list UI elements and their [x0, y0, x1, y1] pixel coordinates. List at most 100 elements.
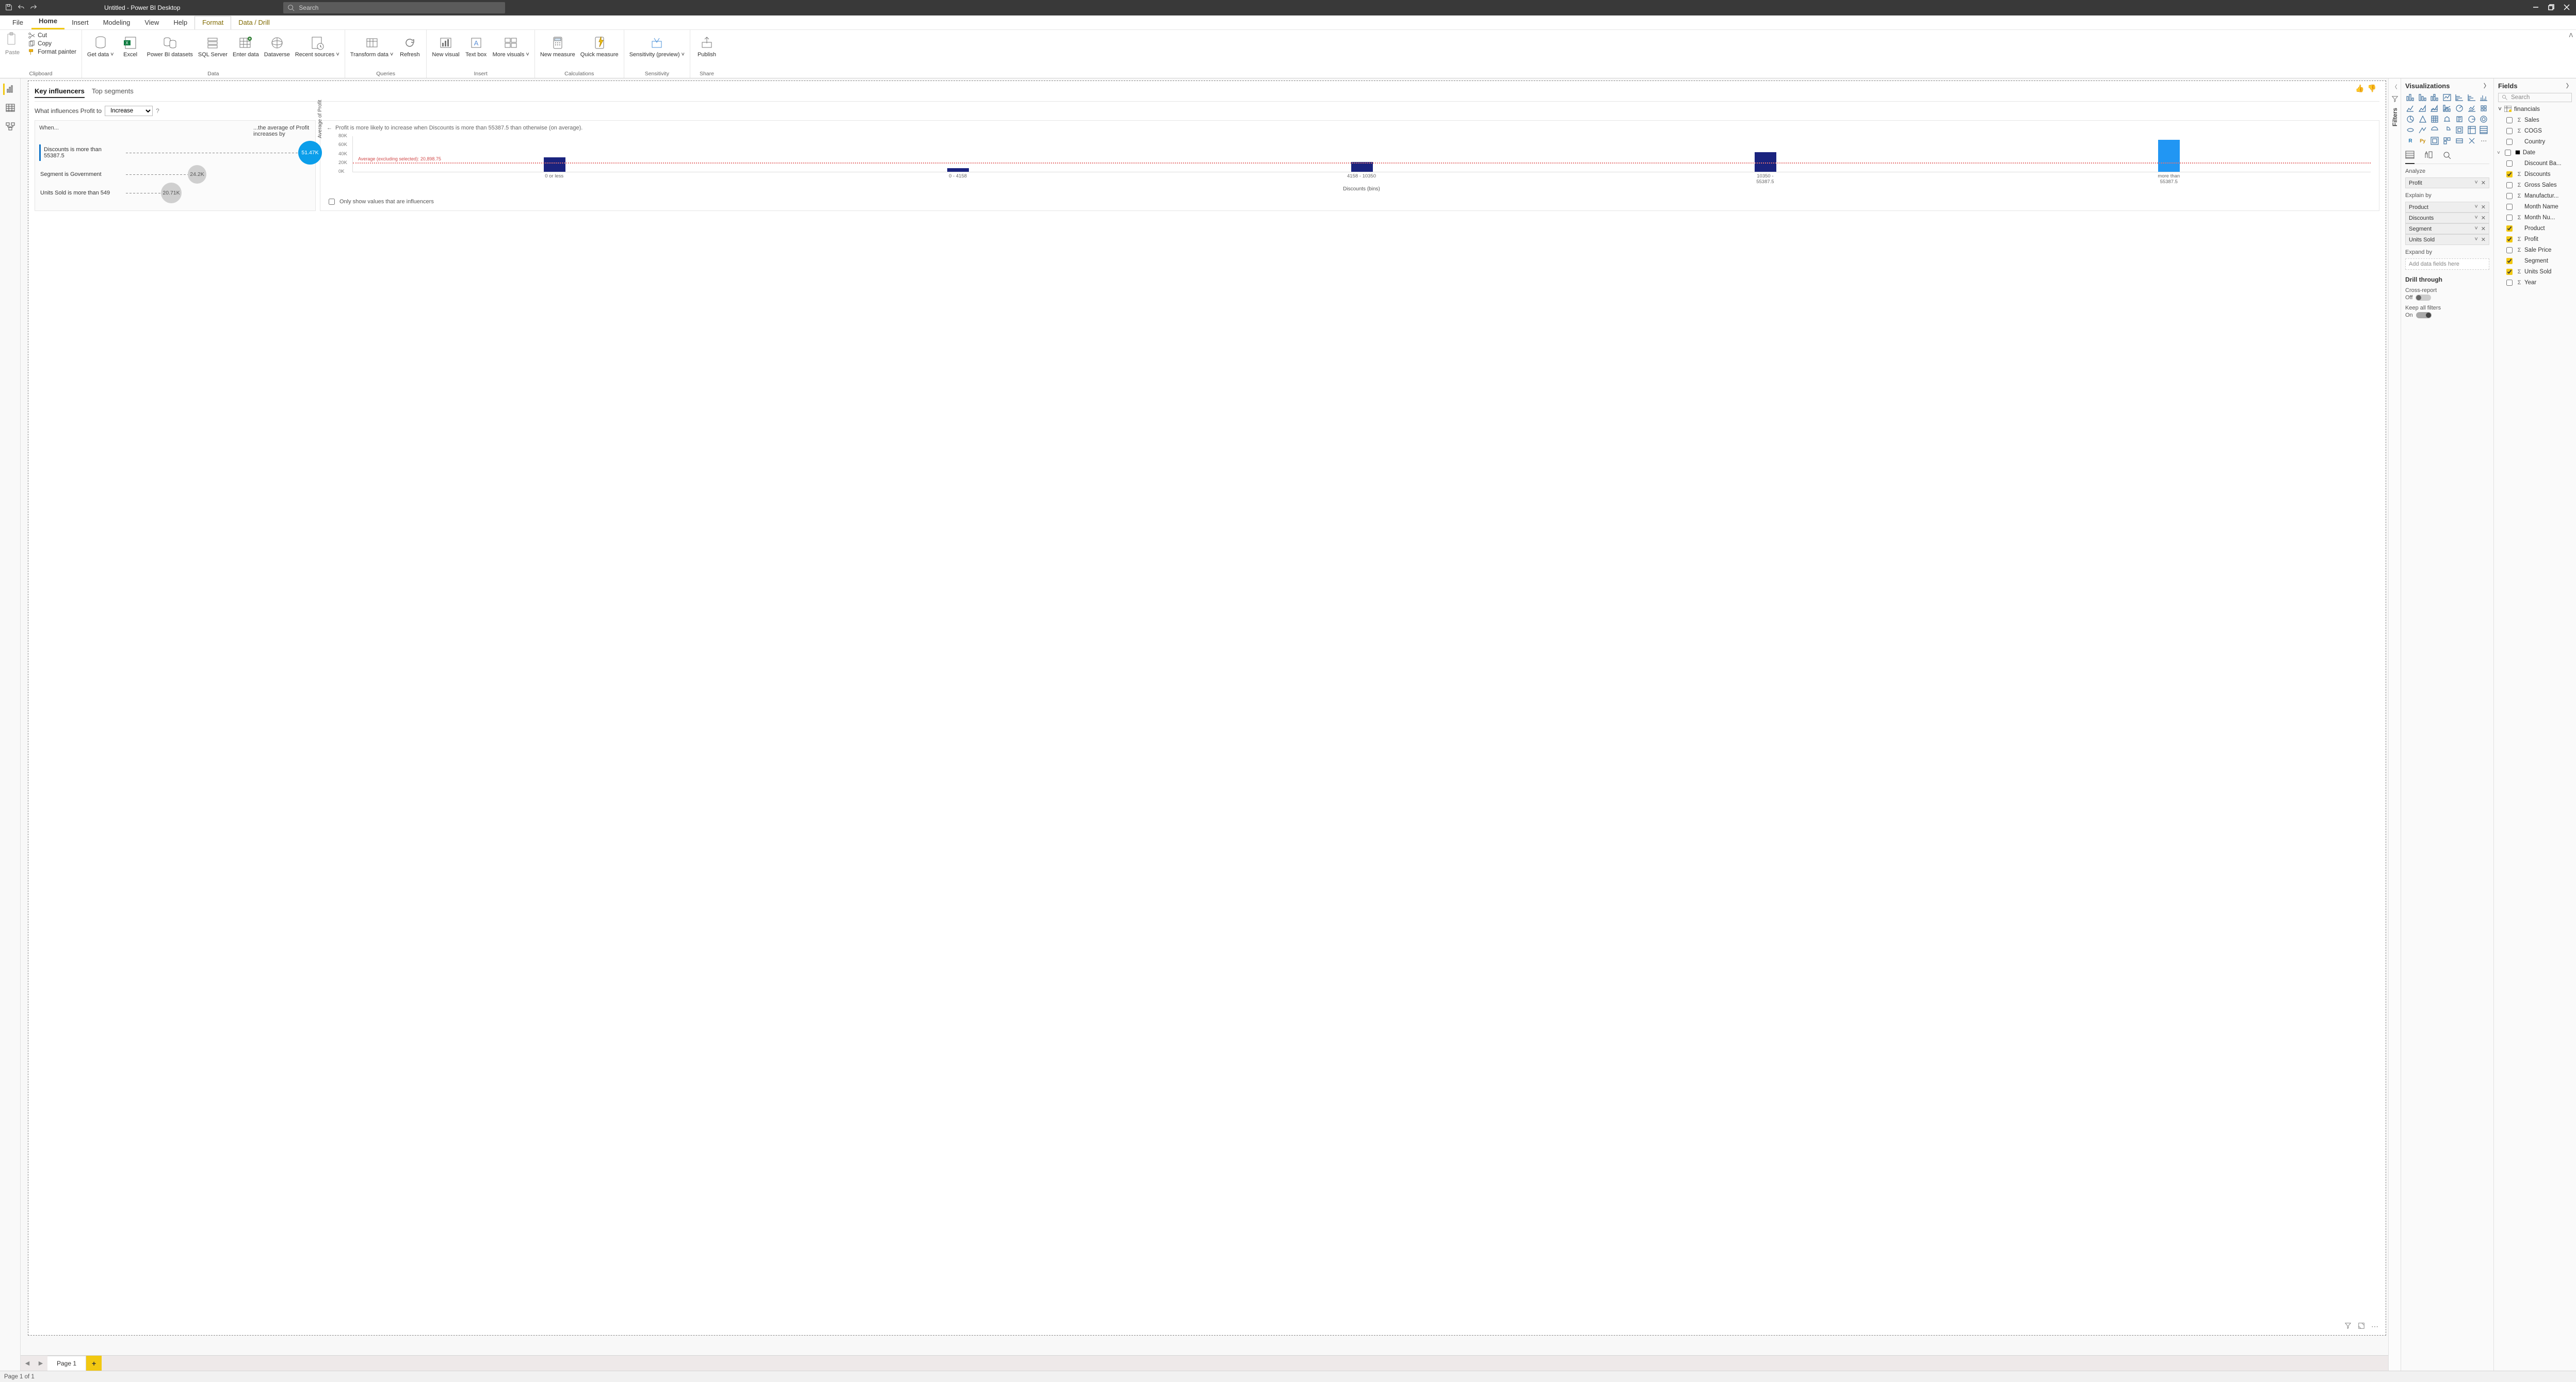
influencer-row[interactable]: Units Sold is more than 54920.71K: [39, 188, 310, 198]
vis-type-scatter[interactable]: [2478, 104, 2489, 113]
chart-bar[interactable]: [544, 157, 565, 172]
ki-tab-key-influencers[interactable]: Key influencers: [35, 87, 85, 98]
vis-type-card[interactable]: [2405, 125, 2416, 135]
field-checkbox[interactable]: [2506, 225, 2513, 232]
well-dropdown-icon[interactable]: ˅: [2474, 180, 2477, 186]
ki-back-icon[interactable]: ←: [327, 125, 332, 131]
well-dropdown-icon[interactable]: ˅: [2474, 215, 2477, 221]
undo-icon[interactable]: [18, 4, 25, 12]
vis-type-area[interactable]: [2405, 104, 2416, 113]
pbi-datasets-button[interactable]: Power BI datasets: [147, 32, 193, 58]
tab-view[interactable]: View: [137, 17, 166, 29]
field-checkbox[interactable]: [2506, 236, 2513, 242]
vis-type-multi-row-card[interactable]: [2418, 125, 2428, 135]
save-icon[interactable]: [5, 4, 12, 12]
dataverse-button[interactable]: Dataverse: [264, 32, 290, 58]
vis-type-arcgis[interactable]: [2467, 136, 2477, 145]
paste-button[interactable]: Paste: [5, 32, 23, 56]
field-checkbox[interactable]: [2506, 128, 2513, 134]
fields-pane-collapse-icon[interactable]: 〉: [2566, 82, 2572, 90]
vis-type-pie[interactable]: [2405, 115, 2416, 124]
vis-type-ribbon[interactable]: [2454, 104, 2465, 113]
copy-button[interactable]: Copy: [28, 40, 76, 47]
only-influencers-checkbox[interactable]: [329, 199, 335, 205]
vis-type-stacked-area[interactable]: [2418, 104, 2428, 113]
format-painter-button[interactable]: Format painter: [28, 48, 76, 56]
field-sales[interactable]: ΣSales: [2504, 116, 2572, 125]
more-visuals-button[interactable]: More visuals ˅: [493, 32, 529, 58]
fields-well-tab[interactable]: [2405, 151, 2415, 164]
field-checkbox[interactable]: [2506, 280, 2513, 286]
vis-type-matrix[interactable]: [2467, 125, 2477, 135]
data-view-button[interactable]: [4, 102, 17, 113]
field-profit[interactable]: ΣProfit: [2504, 235, 2572, 244]
analytics-well-tab[interactable]: [2442, 151, 2452, 161]
explain-by-well[interactable]: Product˅✕: [2405, 202, 2489, 213]
redo-icon[interactable]: [30, 4, 37, 12]
visual-filter-icon[interactable]: [2344, 1322, 2352, 1331]
field-year[interactable]: ΣYear: [2504, 278, 2572, 287]
filters-expand-icon[interactable]: 〈: [2392, 83, 2397, 90]
visual-thumbs-down-icon[interactable]: 👎: [2368, 84, 2376, 93]
field-checkbox[interactable]: [2506, 204, 2513, 210]
vis-type-qa[interactable]: [2442, 136, 2452, 145]
format-well-tab[interactable]: [2424, 151, 2433, 161]
vis-type-100-stacked-column[interactable]: [2478, 93, 2489, 102]
vis-type-clustered-bar[interactable]: [2418, 93, 2428, 102]
well-dropdown-icon[interactable]: ˅: [2474, 236, 2477, 243]
field-checkbox[interactable]: [2506, 215, 2513, 221]
well-dropdown-icon[interactable]: ˅: [2474, 204, 2477, 210]
window-minimize-icon[interactable]: [2533, 4, 2539, 12]
vis-type-key-influencers[interactable]: Py: [2418, 136, 2428, 145]
sensitivity-button[interactable]: Sensitivity (preview) ˅: [629, 32, 685, 58]
vis-type-funnel[interactable]: [2467, 115, 2477, 124]
field-date[interactable]: ˅Date: [2504, 148, 2572, 157]
chart-bar[interactable]: [2158, 140, 2180, 172]
field-discount-ba-[interactable]: Discount Ba...: [2504, 159, 2572, 168]
page-tab-1[interactable]: Page 1: [47, 1356, 86, 1371]
field-checkbox[interactable]: [2506, 247, 2513, 253]
explain-by-well[interactable]: Discounts˅✕: [2405, 213, 2489, 223]
page-next-button[interactable]: ▶: [34, 1356, 47, 1371]
tab-data-drill[interactable]: Data / Drill: [231, 17, 277, 29]
filters-icon[interactable]: [2391, 95, 2399, 103]
tab-format[interactable]: Format: [195, 16, 231, 29]
vis-type-table[interactable]: [2454, 125, 2465, 135]
vis-type-r-visual[interactable]: [2478, 125, 2489, 135]
explain-by-well[interactable]: Units Sold˅✕: [2405, 234, 2489, 245]
vis-type-waterfall[interactable]: [2467, 104, 2477, 113]
vis-type-stacked-bar[interactable]: [2405, 93, 2416, 102]
well-remove-icon[interactable]: ✕: [2481, 225, 2486, 232]
vis-type-line-clustered-column[interactable]: [2429, 104, 2440, 113]
fields-pane-header[interactable]: Fields〉: [2498, 82, 2572, 90]
ki-tab-top-segments[interactable]: Top segments: [92, 87, 134, 98]
fields-table-financials[interactable]: ˅ financials: [2498, 105, 2572, 112]
window-restore-icon[interactable]: [2548, 4, 2554, 12]
field-checkbox[interactable]: [2506, 258, 2513, 264]
vis-type-powerapps[interactable]: ⋯: [2478, 136, 2489, 145]
vis-type-map[interactable]: [2442, 115, 2452, 124]
page-prev-button[interactable]: ◀: [21, 1356, 34, 1371]
field-checkbox[interactable]: [2506, 117, 2513, 123]
enter-data-button[interactable]: Enter data: [233, 32, 259, 58]
field-gross-sales[interactable]: ΣGross Sales: [2504, 181, 2572, 190]
vis-type-line[interactable]: [2442, 93, 2452, 102]
chart-bar[interactable]: [947, 168, 969, 172]
vis-type-paginated-report[interactable]: [2454, 136, 2465, 145]
sql-server-button[interactable]: SQL Server: [198, 32, 228, 58]
influencer-row[interactable]: Segment is Government24.2K: [39, 169, 310, 180]
ki-question-help-icon[interactable]: ?: [156, 107, 159, 115]
field-checkbox[interactable]: [2506, 160, 2513, 167]
well-remove-icon[interactable]: ✕: [2481, 180, 2486, 186]
excel-button[interactable]: XExcel: [119, 32, 142, 58]
field-product[interactable]: Product: [2504, 224, 2572, 233]
keep-filters-toggle[interactable]: [2416, 312, 2432, 318]
influencer-row[interactable]: Discounts is more than 55387.551.47K: [39, 144, 310, 161]
visual-more-icon[interactable]: ⋯: [2371, 1322, 2378, 1331]
explain-by-well[interactable]: Segment˅✕: [2405, 223, 2489, 234]
field-checkbox[interactable]: [2506, 139, 2513, 145]
fields-search[interactable]: Search: [2498, 93, 2572, 102]
field-checkbox[interactable]: [2506, 171, 2513, 177]
tab-insert[interactable]: Insert: [64, 17, 96, 29]
add-page-button[interactable]: +: [86, 1356, 102, 1371]
